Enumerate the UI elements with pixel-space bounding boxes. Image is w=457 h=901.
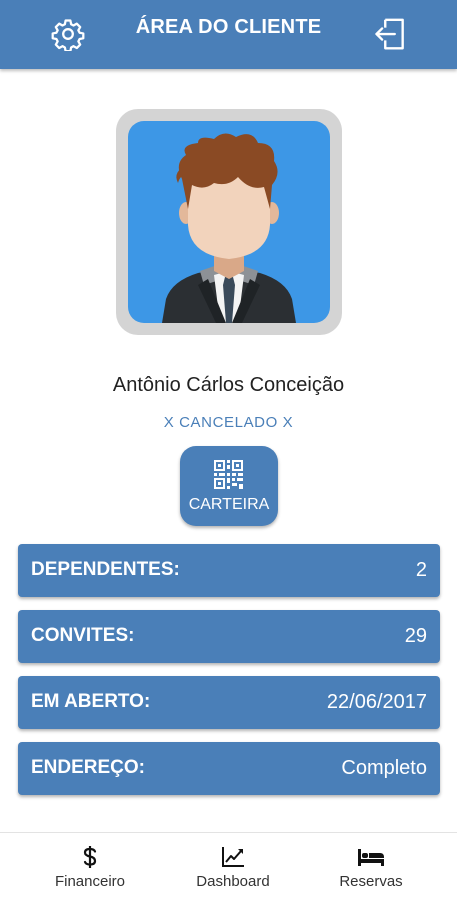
- info-row-label: CONVITES:: [31, 625, 135, 646]
- info-row-label: ENDEREÇO:: [31, 757, 146, 778]
- nav-label-reservas: Reservas: [339, 873, 403, 890]
- client-name: Antônio Cárlos Conceição: [112, 374, 345, 396]
- bed-icon: [358, 849, 384, 866]
- nav-item-dashboard[interactable]: Dashboard: [157, 833, 309, 901]
- logout-button[interactable]: [366, 10, 414, 58]
- info-row-address[interactable]: ENDEREÇO: Completo: [18, 742, 440, 795]
- nav-item-financeiro[interactable]: Financeiro: [14, 833, 166, 901]
- bottom-navigation: Financeiro Dashboard Reservas: [0, 832, 457, 901]
- avatar: [116, 109, 342, 335]
- info-row-open[interactable]: EM ABERTO: 22/06/2017: [18, 676, 440, 729]
- status-badge: X CANCELADO X: [163, 414, 294, 431]
- chart-line-icon: [222, 847, 244, 867]
- info-row-invites[interactable]: CONVITES: 29: [18, 610, 440, 663]
- info-row-label: EM ABERTO:: [31, 691, 151, 712]
- nav-label-dashboard: Dashboard: [196, 873, 270, 890]
- dollar-icon: [83, 846, 97, 868]
- nav-label-financeiro: Financeiro: [54, 873, 126, 890]
- avatar-image: [128, 121, 330, 323]
- wallet-button[interactable]: CARTEIRA: [180, 446, 278, 526]
- person-avatar-illustration: [162, 133, 296, 323]
- info-row-dependents[interactable]: DEPENDENTES: 2: [18, 544, 440, 597]
- info-row-value: Completo: [341, 757, 427, 779]
- nav-item-reservas[interactable]: Reservas: [295, 833, 447, 901]
- info-row-value: 2: [415, 559, 427, 581]
- app-header: ÁREA DO CLIENTE: [0, 0, 457, 69]
- qr-code-icon: [214, 460, 243, 489]
- info-row-label: DEPENDENTES:: [31, 559, 180, 580]
- info-row-value: 22/06/2017: [326, 691, 427, 713]
- wallet-button-label: CARTEIRA: [188, 496, 270, 513]
- info-row-value: 29: [404, 625, 427, 647]
- logout-icon: [375, 18, 404, 50]
